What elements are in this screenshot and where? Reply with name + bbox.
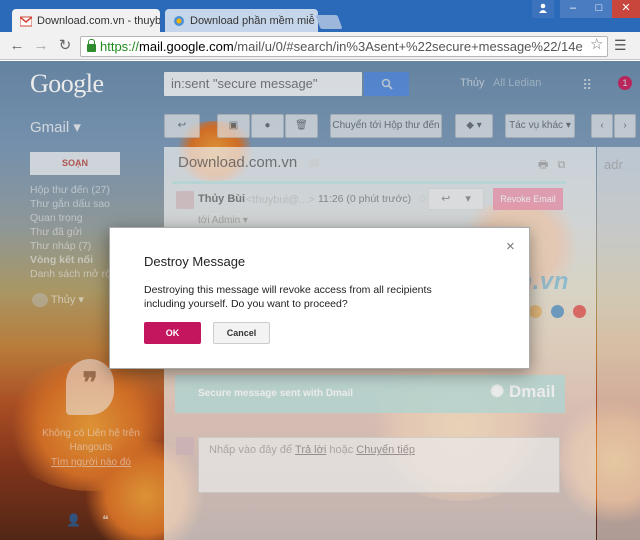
browser-window: Download.com.vn - thuyb × Download phần … (0, 0, 640, 540)
gmail-favicon-icon (19, 15, 33, 27)
browser-toolbar: ← → ↻ https://mail.google.com/mail/u/0/#… (0, 32, 640, 60)
dialog-close-icon[interactable]: × (506, 238, 515, 255)
url-path: /mail/u/0/#search/in%3Asent+%22secure+me… (233, 39, 583, 54)
back-arrow-icon[interactable]: ← (8, 37, 26, 55)
tab-download-software[interactable]: Download phần mềm miễ × (165, 9, 318, 32)
chrome-menu-icon[interactable]: ☰ (614, 37, 630, 54)
minimize-button[interactable]: – (560, 0, 586, 18)
lock-icon (87, 39, 96, 52)
dialog-message: Destroying this message will revoke acce… (144, 284, 432, 310)
new-tab-button[interactable] (315, 15, 343, 29)
reload-icon[interactable]: ↻ (56, 37, 74, 55)
tab-title: Download.com.vn - thuyb (37, 14, 160, 27)
dialog-title: Destroy Message (144, 254, 246, 269)
destroy-message-dialog: Destroy Message × Destroying this messag… (109, 227, 530, 369)
bookmark-star-icon[interactable]: ☆ (590, 35, 603, 53)
close-window-button[interactable]: ✕ (612, 0, 640, 18)
cancel-button[interactable]: Cancel (213, 322, 270, 344)
url-scheme: https:// (100, 39, 140, 54)
download-favicon-icon (173, 15, 185, 27)
restore-button[interactable]: □ (586, 0, 612, 18)
forward-arrow-icon[interactable]: → (32, 37, 50, 55)
tab-title: Download phần mềm miễ (190, 14, 315, 27)
tab-download-gmail[interactable]: Download.com.vn - thuyb × (12, 9, 160, 32)
ok-button[interactable]: OK (144, 322, 201, 344)
tab-bar: Download.com.vn - thuyb × Download phần … (0, 0, 640, 32)
address-bar[interactable]: https://mail.google.com/mail/u/0/#search… (80, 36, 608, 57)
url-host: mail.google.com (139, 39, 234, 54)
profile-icon[interactable] (532, 0, 554, 18)
